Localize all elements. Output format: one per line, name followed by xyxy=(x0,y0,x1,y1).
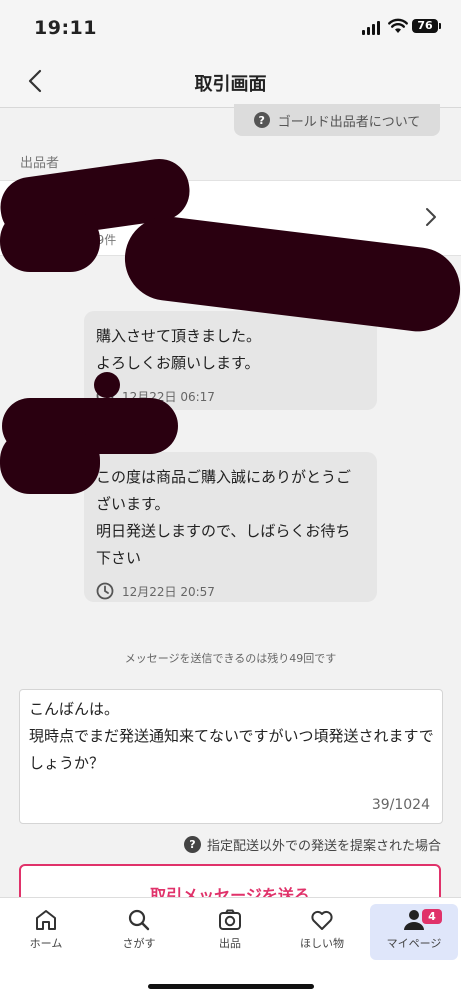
tab-home[interactable]: ホーム xyxy=(2,904,90,960)
message-text: この度は商品ご購入誠にありがとうございます。 明日発送しますので、しばらくお待ち… xyxy=(96,468,352,567)
clock-icon xyxy=(96,582,114,600)
wifi-icon xyxy=(388,18,408,33)
heart-icon xyxy=(311,910,333,930)
battery-icon: 76 xyxy=(412,19,441,33)
message-time: 12月22日 20:57 xyxy=(122,584,215,599)
tab-label: さがす xyxy=(122,937,156,950)
message-input[interactable]: こんばんは。 現時点でまだ発送通知来てないですがいつ頃発送されますでしょうか？ … xyxy=(19,689,443,824)
tab-label: 出品 xyxy=(219,937,241,950)
redaction-mark xyxy=(94,372,120,398)
status-time: 19:11 xyxy=(34,17,97,39)
character-counter: 39/1024 xyxy=(371,797,430,813)
tab-label: マイページ xyxy=(386,937,442,950)
tab-mypage[interactable]: マイページ 4 xyxy=(370,904,458,960)
chevron-right-icon xyxy=(426,208,436,226)
gold-seller-info-label: ゴールド出品者について xyxy=(277,114,421,130)
gold-seller-info-button[interactable]: ? ゴールド出品者について xyxy=(234,104,440,136)
tab-bar: ホーム さがす 出品 ほしい物 マイページ 4 xyxy=(0,897,461,1000)
message-bubble: 購入させて頂きました。 よろしくお願いします。 12月22日 06:17 xyxy=(84,311,377,410)
signal-icon xyxy=(362,21,380,35)
message-input-text: こんばんは。 現時点でまだ発送通知来てないですがいつ頃発送されますでしょうか？ xyxy=(29,700,434,772)
search-icon xyxy=(128,909,150,931)
tab-sell[interactable]: 出品 xyxy=(186,904,274,960)
message-timestamp-row: 12月22日 20:57 xyxy=(84,582,377,600)
redaction-mark xyxy=(0,210,100,272)
remaining-messages-notice: メッセージを送信できるのは残り49回です xyxy=(124,652,337,665)
home-indicator xyxy=(148,984,314,989)
camera-icon xyxy=(219,909,241,930)
redaction-mark xyxy=(0,430,100,494)
notification-badge: 4 xyxy=(422,909,442,924)
tab-label: ほしい物 xyxy=(300,937,344,950)
help-icon: ? xyxy=(183,836,201,853)
seller-section-label: 出品者 xyxy=(20,156,60,171)
tab-wishlist[interactable]: ほしい物 xyxy=(278,904,366,960)
status-bar: 19:11 76 xyxy=(0,0,461,56)
home-icon xyxy=(36,910,56,930)
tab-label: ホーム xyxy=(29,937,63,950)
help-icon: ? xyxy=(253,112,270,128)
shipping-proposal-help-label: 指定配送以外での発送を提案された場合 xyxy=(206,839,441,854)
shipping-proposal-help-link[interactable]: ? 指定配送以外での発送を提案された場合 xyxy=(183,835,441,854)
message-bubble: この度は商品ご購入誠にありがとうございます。 明日発送しますので、しばらくお待ち… xyxy=(84,452,377,602)
nav-bar: 取引画面 xyxy=(0,56,461,108)
tab-search[interactable]: さがす xyxy=(95,904,183,960)
page-title: 取引画面 xyxy=(194,74,267,95)
